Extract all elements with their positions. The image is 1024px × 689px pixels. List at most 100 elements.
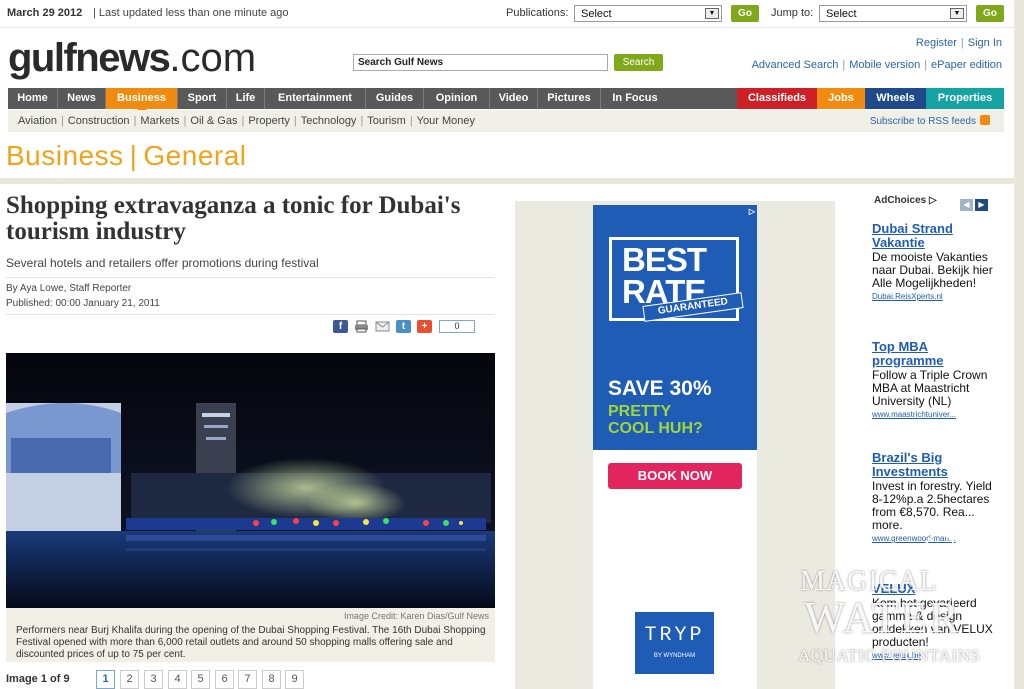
publications-select[interactable]: Select ▼ <box>574 5 722 22</box>
tryp-brand: TRYP <box>644 624 705 647</box>
subnav-construction[interactable]: Construction <box>68 115 130 127</box>
ad-info-icon[interactable]: ▷ <box>749 207 755 216</box>
photo-caption: Performers near Burj Khalifa during the … <box>16 625 486 660</box>
tryp-brand-sub: BY WYNDHAM <box>653 653 696 659</box>
sponsored-title[interactable]: Top MBA programme <box>872 340 1002 368</box>
nav-classifieds[interactable]: Classifieds <box>737 88 817 109</box>
section-name: Business <box>6 140 124 171</box>
chevron-down-icon: ▼ <box>705 8 719 19</box>
page: March 29 2012 | Last updated less than o… <box>0 0 1014 689</box>
print-icon[interactable] <box>354 320 369 333</box>
separator: | <box>842 59 846 71</box>
subnav-technology[interactable]: Technology <box>301 115 357 127</box>
gallery-page-3[interactable]: 3 <box>144 670 163 689</box>
sub-nav: Aviation | Construction | Markets | Oil & Gas |… <box>8 110 1004 132</box>
gallery-page-9[interactable]: 9 <box>285 670 304 689</box>
hotel-ad-banner[interactable]: ▷ BEST RATE GUARANTEED SAVE 30% PRETTY COO… <box>593 205 757 689</box>
sponsored-link[interactable]: Dubai Strand Vakantie De mooiste Vakanti… <box>872 222 1002 302</box>
adchoices-label[interactable]: AdChoices ▷ <box>874 195 937 206</box>
search-input[interactable] <box>353 54 608 71</box>
gallery-page-4[interactable]: 4 <box>168 670 187 689</box>
subnav-oil-gas[interactable]: Oil & Gas <box>190 115 237 127</box>
epaper-link[interactable]: ePaper edition <box>931 59 1002 71</box>
nav-sport[interactable]: Sport <box>178 88 227 109</box>
gallery-page-2[interactable]: 2 <box>120 670 139 689</box>
site-logo[interactable]: gulfnews.com <box>8 36 256 81</box>
gallery-page-8[interactable]: 8 <box>262 670 281 689</box>
nav-in-focus[interactable]: In Focus <box>601 88 669 109</box>
nav-life[interactable]: Life <box>227 88 265 109</box>
separator: | <box>360 115 364 127</box>
image-credit: Image Credit: Karen Dias/Gulf News <box>343 611 489 621</box>
nav-guides[interactable]: Guides <box>366 88 424 109</box>
gallery-page-7[interactable]: 7 <box>238 670 257 689</box>
account-links: Register | Sign In <box>916 37 1002 49</box>
nav-business[interactable]: Business <box>106 88 178 114</box>
ad-tagline: PRETTY COOL HUH? <box>608 403 703 437</box>
ad-nav-arrows: ◀ ▶ <box>960 194 990 212</box>
next-arrow-icon[interactable]: ▶ <box>975 199 988 211</box>
subnav-items: Aviation | Construction | Markets | Oil & Gas |… <box>18 115 475 127</box>
subnav-markets[interactable]: Markets <box>140 115 179 127</box>
twitter-icon[interactable]: t <box>396 320 411 333</box>
sponsored-url[interactable]: www.maastrichtuniver... <box>872 410 1002 419</box>
subnav-aviation[interactable]: Aviation <box>18 115 57 127</box>
book-now-button[interactable]: BOOK NOW <box>608 463 742 489</box>
nav-home[interactable]: Home <box>8 88 58 109</box>
sign-in-link[interactable]: Sign In <box>968 37 1002 49</box>
nav-news[interactable]: News <box>58 88 106 109</box>
watermark-line-2: WATER <box>804 593 961 642</box>
ad-tagline-1: PRETTY <box>608 403 672 420</box>
nav-opinion[interactable]: Opinion <box>424 88 490 109</box>
facebook-icon[interactable]: f <box>333 320 348 333</box>
adchoices-text: AdChoices <box>874 195 927 206</box>
subnav-property[interactable]: Property <box>248 115 290 127</box>
subnav-tourism[interactable]: Tourism <box>367 115 406 127</box>
logo-suffix: .com <box>169 36 257 80</box>
nav-video[interactable]: Video <box>490 88 538 109</box>
rss-link[interactable]: Subscribe to RSS feeds <box>870 115 990 127</box>
subnav-your-money[interactable]: Your Money <box>417 115 475 127</box>
article-photo[interactable] <box>6 353 495 608</box>
separator: | <box>133 115 137 127</box>
jump-to-go-button[interactable]: Go <box>976 5 1004 22</box>
nav-entertainment[interactable]: Entertainment <box>265 88 366 109</box>
current-date: March 29 2012 <box>7 7 83 19</box>
ad-save-offer: SAVE 30% <box>608 377 712 400</box>
register-link[interactable]: Register <box>916 37 957 49</box>
section-title: Business | General <box>6 140 247 172</box>
sponsored-title[interactable]: Brazil's Big Investments <box>872 451 1002 479</box>
sponsored-url[interactable]: Dubai.ReisXperts.nl <box>872 292 1002 301</box>
search-button[interactable]: Search <box>614 54 663 71</box>
image-counter: Image 1 of 9 <box>6 673 70 685</box>
rss-link-label: Subscribe to RSS feeds <box>869 116 976 127</box>
mobile-version-link[interactable]: Mobile version <box>849 59 920 71</box>
divider <box>6 314 495 315</box>
advanced-search-link[interactable]: Advanced Search <box>752 59 839 71</box>
divider <box>6 277 495 278</box>
jump-to-select[interactable]: Select ▼ <box>819 5 967 22</box>
publications-go-button[interactable]: Go <box>731 5 759 22</box>
magical-water-watermark: MAGICAL WATER AQUATIC FOUNTAINS <box>798 533 1008 670</box>
photo-caption-box: Image Credit: Karen Dias/Gulf News Perfo… <box>6 608 495 662</box>
nav-wheels[interactable]: Wheels <box>865 88 926 109</box>
nav-properties[interactable]: Properties <box>926 88 1004 109</box>
nav-jobs[interactable]: Jobs <box>817 88 865 109</box>
edition-links: Advanced Search | Mobile version | ePaper ed… <box>752 59 1002 71</box>
section-divider <box>0 178 1014 184</box>
gallery-page-1[interactable]: 1 <box>96 670 115 689</box>
gallery-page-5[interactable]: 5 <box>191 670 210 689</box>
nav-pictures[interactable]: Pictures <box>538 88 601 109</box>
email-icon[interactable] <box>375 320 390 333</box>
article-headline: Shopping extravaganza a tonic for Dubai'… <box>6 192 461 245</box>
publications-label: Publications: <box>506 7 569 19</box>
sponsored-link[interactable]: Top MBA programme Follow a Triple Crown … <box>872 340 1002 420</box>
page-gutter <box>1014 0 1024 689</box>
separator: | <box>183 115 187 127</box>
previous-arrow-icon[interactable]: ◀ <box>960 199 973 211</box>
gallery-page-6[interactable]: 6 <box>215 670 234 689</box>
add-icon[interactable]: + <box>417 320 432 333</box>
separator: | <box>241 115 245 127</box>
article-byline: By Aya Lowe, Staff Reporter <box>6 283 132 294</box>
sponsored-title[interactable]: Dubai Strand Vakantie <box>872 222 1002 250</box>
